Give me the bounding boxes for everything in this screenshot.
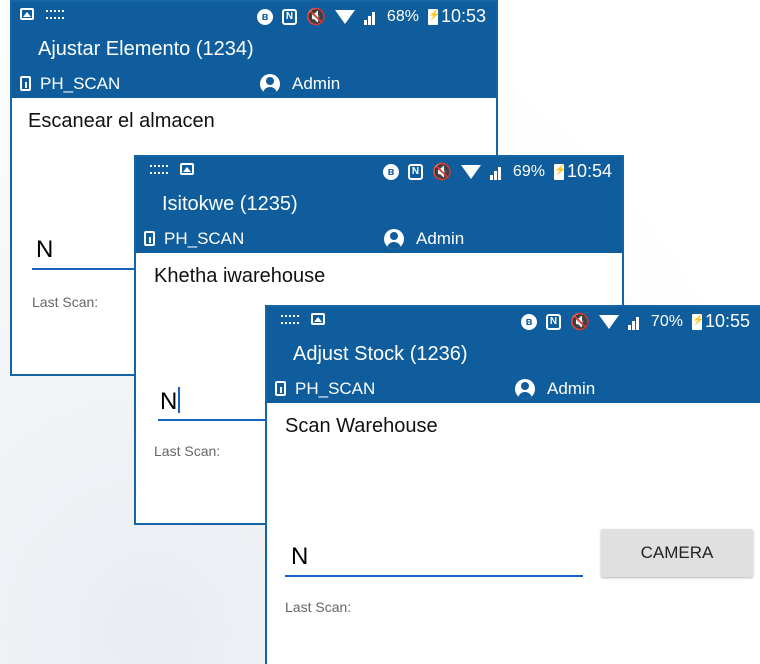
device-icon	[20, 76, 31, 91]
user-name: Admin	[416, 229, 465, 248]
image-notification-icon	[180, 163, 194, 175]
bluetooth-icon: ʙ	[521, 313, 537, 330]
last-scan-label: Last Scan:	[154, 443, 221, 459]
user-icon	[515, 379, 535, 399]
nfc-icon: N	[546, 313, 561, 330]
clock: 10:54	[566, 161, 612, 181]
mute-icon: 🔇	[432, 163, 452, 181]
mute-icon: 🔇	[570, 313, 590, 331]
page-title: Ajustar Elemento (1234)	[38, 38, 254, 60]
bluetooth-icon: ʙ	[383, 163, 399, 180]
battery-charging-icon	[553, 163, 566, 180]
wifi-icon	[334, 9, 355, 24]
device-user-bar: PH_SCAN Admin	[267, 375, 760, 403]
scan-input[interactable]: N	[291, 543, 308, 571]
scan-input-underline	[32, 268, 142, 270]
battery-percent: 68%	[386, 7, 419, 25]
scan-heading: Escanear el almacen	[28, 110, 215, 132]
device-user-bar: PH_SCAN Admin	[12, 70, 496, 98]
scan-heading: Khetha iwarehouse	[154, 265, 326, 287]
image-notification-icon	[20, 8, 34, 20]
keyboard-icon	[281, 314, 299, 324]
device-name: PH_SCAN	[40, 74, 121, 93]
clock: 10:53	[440, 6, 486, 26]
device-icon	[144, 231, 155, 246]
signal-icon	[627, 314, 642, 330]
user-icon	[384, 229, 404, 249]
app-bar: ʙ N 🔇 70% 10:55 Adjust Stock (1236) PH_S…	[267, 307, 760, 403]
battery-charging-icon	[691, 313, 704, 330]
device-name: PH_SCAN	[295, 379, 376, 398]
user-icon	[260, 74, 280, 94]
screen-adjust-stock: ʙ N 🔇 70% 10:55 Adjust Stock (1236) PH_S…	[265, 305, 760, 664]
device-name: PH_SCAN	[164, 229, 245, 248]
status-bar: ʙ N 🔇 69% 10:54	[136, 157, 622, 187]
image-notification-icon	[311, 313, 325, 325]
battery-percent: 70%	[650, 312, 683, 330]
scan-heading: Scan Warehouse	[285, 415, 438, 437]
page-title: Adjust Stock (1236)	[293, 343, 468, 365]
scan-input-underline	[158, 419, 268, 421]
scan-input[interactable]: N	[36, 236, 53, 264]
battery-percent: 69%	[512, 162, 545, 180]
status-bar: ʙ N 🔇 68% 10:53	[12, 2, 496, 32]
mute-icon: 🔇	[306, 8, 326, 26]
scan-input-value: N	[160, 388, 178, 415]
bluetooth-icon: ʙ	[257, 8, 273, 25]
scan-input-underline	[285, 575, 583, 577]
status-bar: ʙ N 🔇 70% 10:55	[267, 307, 760, 337]
camera-button[interactable]: CAMERA	[601, 529, 753, 577]
keyboard-icon	[46, 9, 64, 19]
app-bar: ʙ N 🔇 68% 10:53 Ajustar Elemento (1234) …	[12, 2, 496, 98]
last-scan-label: Last Scan:	[285, 599, 352, 615]
text-cursor	[178, 387, 181, 413]
keyboard-icon	[150, 164, 168, 174]
clock: 10:55	[704, 311, 750, 331]
device-user-bar: PH_SCAN Admin	[136, 225, 622, 253]
wifi-icon	[598, 314, 619, 329]
app-bar: ʙ N 🔇 69% 10:54 Isitokwe (1235) PH_SCAN …	[136, 157, 622, 253]
nfc-icon: N	[282, 8, 297, 25]
page-title: Isitokwe (1235)	[162, 193, 298, 215]
signal-icon	[489, 164, 504, 180]
signal-icon	[363, 9, 378, 25]
wifi-icon	[460, 164, 481, 179]
battery-charging-icon	[427, 8, 440, 25]
scan-input[interactable]: N	[160, 387, 181, 416]
nfc-icon: N	[408, 163, 423, 180]
device-icon	[275, 381, 286, 396]
last-scan-label: Last Scan:	[32, 294, 99, 310]
user-name: Admin	[547, 379, 596, 398]
user-name: Admin	[292, 74, 341, 93]
